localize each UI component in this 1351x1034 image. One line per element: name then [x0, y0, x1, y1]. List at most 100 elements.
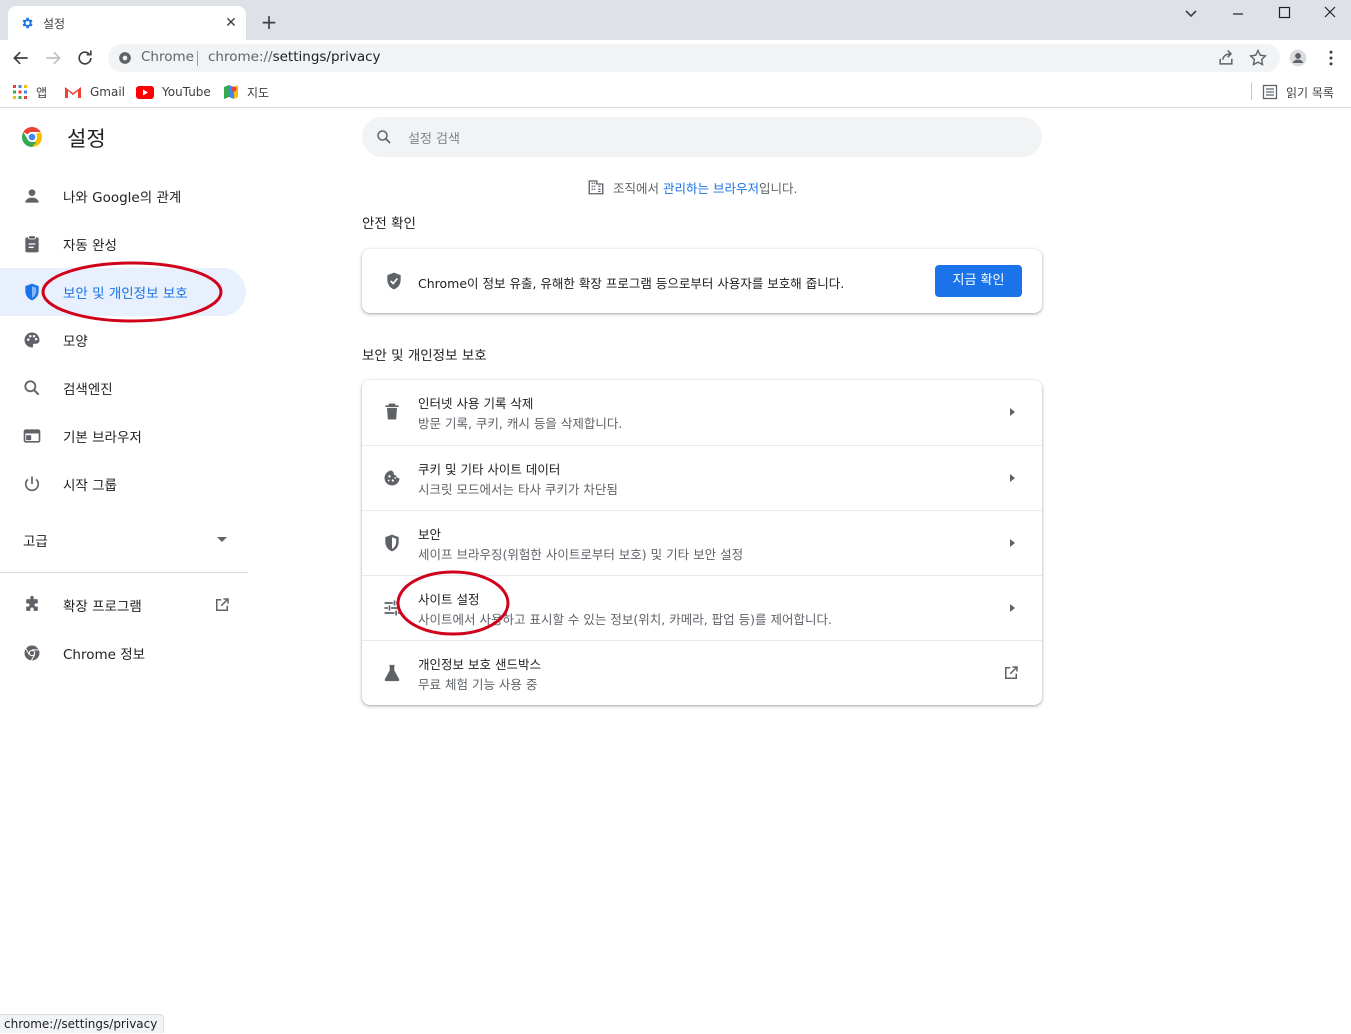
- puzzle-icon: [26, 595, 38, 611]
- reload-icon[interactable]: [75, 48, 95, 68]
- forward-arrow-icon[interactable]: [43, 48, 63, 68]
- sidebar-item-search-engine[interactable]: 검색엔진: [0, 364, 246, 412]
- trash-icon: [385, 403, 399, 420]
- row-title: 쿠키 및 기타 사이트 데이터: [418, 462, 561, 477]
- status-bar-url: chrome://settings/privacy: [0, 1014, 165, 1033]
- chrome-logo-icon: [22, 127, 42, 147]
- gear-icon: [22, 17, 33, 29]
- managed-suffix: 입니다.: [758, 180, 798, 196]
- reading-list-button[interactable]: 읽기 목록: [1262, 82, 1334, 102]
- person-icon: [25, 189, 39, 203]
- row-subtitle: 세이프 브라우징(위험한 사이트로부터 보호) 및 기타 보안 설정: [418, 547, 744, 562]
- youtube-icon: [136, 85, 154, 99]
- row-title: 사이트 설정: [418, 592, 480, 607]
- security-shield-icon: [385, 534, 399, 552]
- sidebar-item-you-and-google[interactable]: 나와 Google의 관계: [0, 172, 246, 220]
- settings-search-field[interactable]: 설정 검색: [362, 117, 1042, 157]
- clipboard-icon: [25, 235, 39, 253]
- managed-browser-notice: 조직에서 관리하는 브라우저입니다.: [587, 177, 797, 197]
- tab-strip: 설정 ✕ +: [0, 0, 1351, 40]
- managed-browser-link[interactable]: 관리하는 브라우저: [663, 181, 759, 196]
- reading-list-icon: [1262, 84, 1278, 100]
- new-tab-button[interactable]: +: [258, 12, 280, 34]
- profile-avatar-icon[interactable]: [1288, 48, 1308, 68]
- sidebar-item-label: 시작 그룹: [63, 478, 117, 494]
- power-icon: [24, 476, 40, 492]
- open-in-new-icon: [1005, 666, 1018, 679]
- chevron-down-icon[interactable]: [217, 537, 227, 542]
- sidebar-item-privacy-security[interactable]: 보안 및 개인정보 보호: [0, 268, 246, 316]
- chevron-right-icon: [1010, 474, 1015, 482]
- apps-grid-icon: [13, 85, 27, 99]
- bookmark-gmail[interactable]: Gmail: [64, 82, 125, 102]
- sidebar-item-autofill[interactable]: 자동 완성: [0, 220, 246, 268]
- flask-icon: [384, 664, 400, 682]
- url-path: settings/privacy: [272, 49, 381, 65]
- bookmark-star-icon[interactable]: [1248, 48, 1268, 68]
- sidebar-item-appearance[interactable]: 모양: [0, 316, 246, 364]
- bookmark-maps[interactable]: 지도: [223, 82, 269, 102]
- safety-check-heading: 안전 확인: [362, 216, 416, 232]
- row-title: 인터넷 사용 기록 삭제: [418, 396, 534, 411]
- sidebar-item-about-chrome[interactable]: Chrome 정보: [0, 629, 246, 677]
- sidebar-item-extensions[interactable]: 확장 프로그램: [0, 581, 246, 629]
- row-site-settings[interactable]: 사이트 설정 사이트에서 사용하고 표시할 수 있는 정보(위치, 카메라, 팝…: [362, 575, 1042, 640]
- sidebar-divider: [0, 572, 248, 573]
- privacy-card: 인터넷 사용 기록 삭제 방문 기록, 쿠키, 캐시 등을 삭제합니다. 쿠키 …: [362, 380, 1042, 705]
- tab-settings[interactable]: 설정 ✕: [8, 6, 246, 40]
- palette-icon: [24, 332, 40, 348]
- search-icon: [377, 130, 391, 144]
- sidebar-item-label: 확장 프로그램: [63, 599, 142, 615]
- share-icon[interactable]: [1216, 48, 1236, 68]
- sidebar-item-label: 검색엔진: [63, 382, 113, 398]
- close-tab-icon[interactable]: ✕: [222, 14, 240, 32]
- safety-check-card: Chrome이 정보 유출, 유해한 확장 프로그램 등으로부터 사용자를 보호…: [362, 249, 1042, 313]
- more-menu-icon[interactable]: [1321, 48, 1341, 68]
- url-host: chrome://: [208, 49, 273, 65]
- minimize-icon[interactable]: [1226, 4, 1250, 24]
- sidebar-item-label: Chrome 정보: [63, 647, 146, 663]
- address-separator: [197, 51, 198, 66]
- sidebar-item-on-startup[interactable]: 시작 그룹: [0, 460, 246, 508]
- tab-search-chevron-icon[interactable]: [1179, 4, 1203, 24]
- row-clear-browsing-data[interactable]: 인터넷 사용 기록 삭제 방문 기록, 쿠키, 캐시 등을 삭제합니다.: [362, 380, 1042, 445]
- shield-icon: [25, 283, 39, 301]
- back-arrow-icon[interactable]: [11, 48, 31, 68]
- check-now-button[interactable]: 지금 확인: [935, 265, 1022, 297]
- maps-icon: [224, 85, 238, 99]
- bookmarks-separator: [1251, 82, 1252, 100]
- bookmark-apps[interactable]: 앱: [12, 82, 47, 102]
- building-icon: [588, 180, 604, 195]
- address-bar[interactable]: Chrome chrome://settings/privacy: [108, 44, 1280, 72]
- window-close-icon[interactable]: [1318, 4, 1342, 24]
- tune-icon: [384, 600, 400, 616]
- sidebar-item-default-browser[interactable]: 기본 브라우저: [0, 412, 246, 460]
- chevron-right-icon: [1010, 539, 1015, 547]
- chrome-outline-icon: [24, 645, 40, 661]
- row-subtitle: 시크릿 모드에서는 타사 쿠키가 차단됨: [418, 482, 618, 497]
- tab-title: 설정: [43, 17, 66, 31]
- verified-shield-icon: [387, 272, 401, 290]
- maximize-icon[interactable]: [1272, 4, 1296, 24]
- bookmark-label: 앱: [36, 85, 48, 100]
- bookmark-label: Gmail: [90, 85, 126, 99]
- sidebar-item-label: 나와 Google의 관계: [63, 190, 182, 206]
- row-cookies[interactable]: 쿠키 및 기타 사이트 데이터 시크릿 모드에서는 타사 쿠키가 차단됨: [362, 445, 1042, 510]
- row-subtitle: 방문 기록, 쿠키, 캐시 등을 삭제합니다.: [418, 416, 623, 431]
- sidebar-item-label: 모양: [63, 334, 88, 350]
- search-icon: [24, 380, 40, 396]
- safety-check-description: Chrome이 정보 유출, 유해한 확장 프로그램 등으로부터 사용자를 보호…: [418, 276, 845, 291]
- sidebar-item-label: 자동 완성: [63, 238, 117, 254]
- row-security[interactable]: 보안 세이프 브라우징(위험한 사이트로부터 보호) 및 기타 보안 설정: [362, 510, 1042, 575]
- row-privacy-sandbox[interactable]: 개인정보 보호 샌드박스 무료 체험 기능 사용 중: [362, 640, 1042, 705]
- row-title: 보안: [418, 527, 442, 542]
- row-subtitle: 사이트에서 사용하고 표시할 수 있는 정보(위치, 카메라, 팝업 등)를 제…: [418, 612, 832, 627]
- privacy-section-heading: 보안 및 개인정보 보호: [362, 348, 487, 364]
- sidebar-advanced-toggle[interactable]: 고급: [23, 530, 48, 550]
- bookmark-youtube[interactable]: YouTube: [136, 82, 211, 102]
- reading-list-label: 읽기 목록: [1286, 85, 1334, 100]
- open-in-new-icon: [216, 598, 229, 611]
- address-url[interactable]: chrome://settings/privacy: [208, 49, 381, 65]
- managed-prefix: 조직에서: [613, 180, 663, 196]
- search-placeholder: 설정 검색: [408, 132, 460, 147]
